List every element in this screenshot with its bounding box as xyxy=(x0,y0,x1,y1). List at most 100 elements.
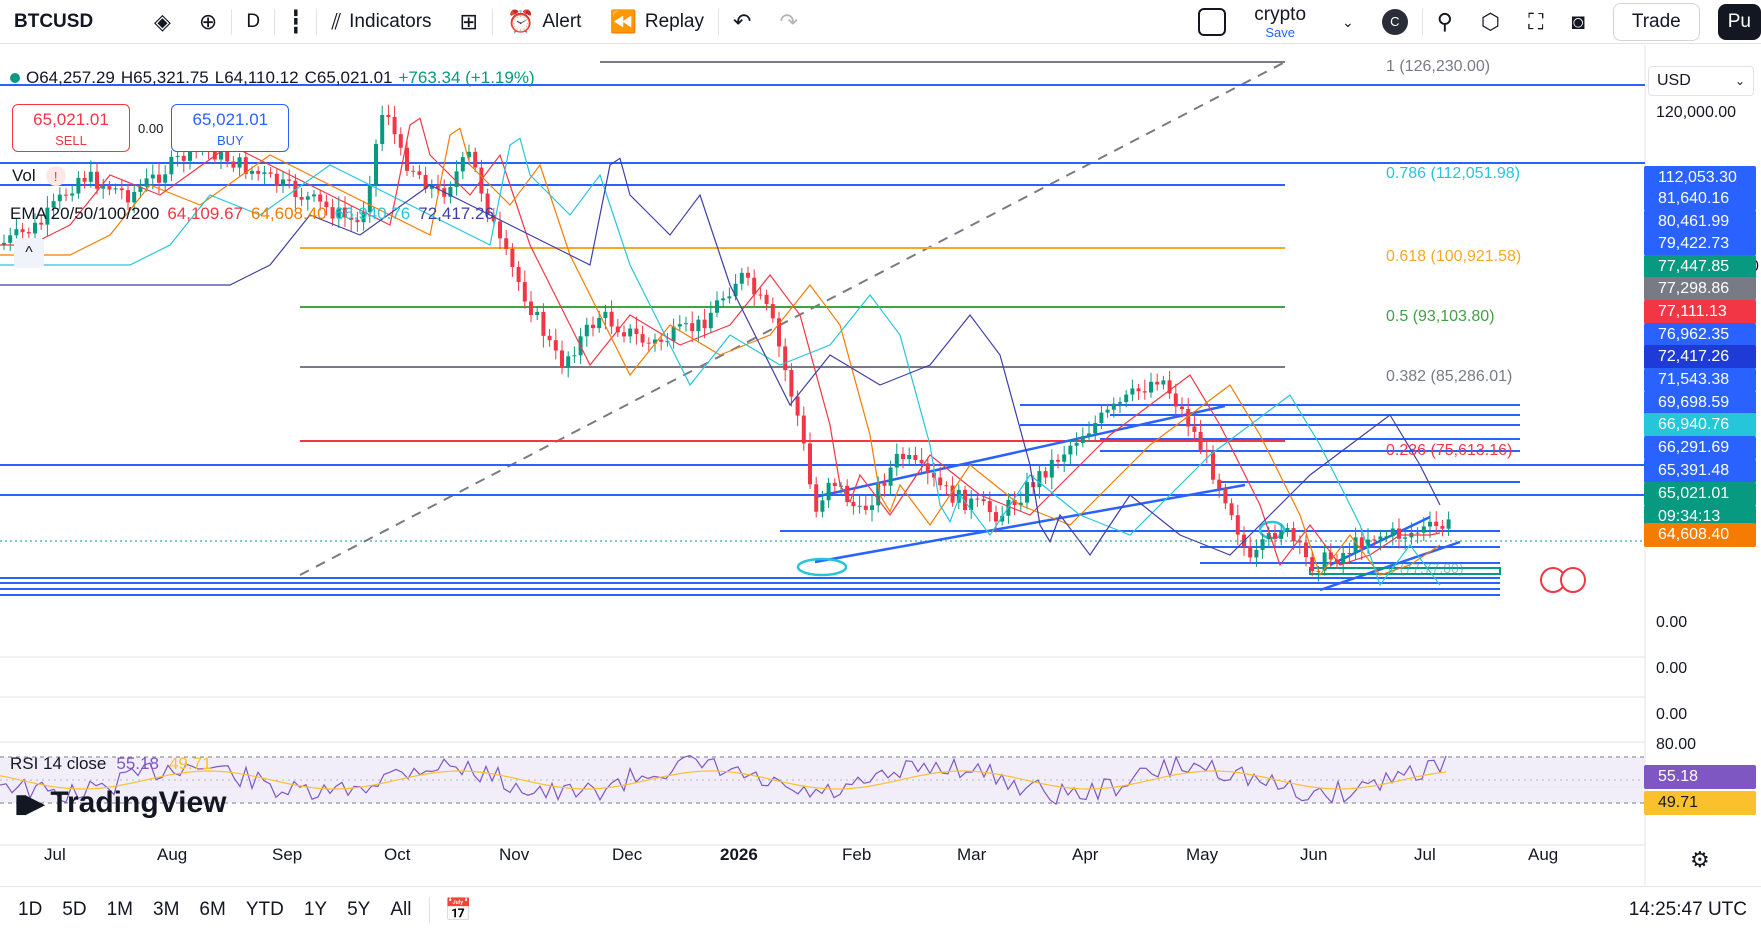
candle-body xyxy=(572,355,577,357)
candle-body xyxy=(312,194,316,197)
candle-body xyxy=(405,147,409,171)
price-tick-120000: 120,000.00 xyxy=(1656,104,1737,121)
indicators-button[interactable]: ⫽ Indicators xyxy=(317,0,445,44)
candle-body xyxy=(1062,454,1067,462)
templates-icon[interactable]: ⊞ xyxy=(446,0,492,44)
candle-body xyxy=(101,186,106,189)
time-axis-label: Nov xyxy=(499,845,530,864)
candle-body xyxy=(1291,528,1296,542)
candle-body xyxy=(417,171,422,175)
scale-settings-icon[interactable]: ⚙ xyxy=(1690,847,1710,873)
candle-body xyxy=(603,311,608,318)
fib-level-0: 0 (77,77.80) xyxy=(1388,560,1464,576)
redo-icon[interactable]: ↷ xyxy=(765,0,811,44)
candle-body xyxy=(454,171,459,188)
ohlc-high: H65,321.75 xyxy=(120,68,209,87)
sell-button[interactable]: 65,021.01 SELL xyxy=(12,104,130,152)
candle-body xyxy=(882,482,887,486)
publish-button[interactable]: Pu xyxy=(1714,0,1761,44)
candle-body xyxy=(820,500,825,512)
candle-body xyxy=(14,229,19,236)
layout-name-button[interactable]: crypto Save ⌄ xyxy=(1240,0,1367,44)
candle-body xyxy=(144,178,149,187)
interval-button[interactable]: D xyxy=(232,0,274,44)
candle-body xyxy=(553,340,558,351)
alert-label: Alert xyxy=(542,10,582,32)
fib-level-1: 1 (126,230.00) xyxy=(1386,58,1491,75)
user-avatar-button[interactable]: C xyxy=(1368,0,1422,44)
candle-body xyxy=(622,332,626,337)
time-axis-label: Jul xyxy=(1414,845,1436,864)
layout-save-label: Save xyxy=(1265,24,1295,40)
time-axis[interactable]: Jul Aug Sep Oct Nov Dec 2026 Feb Mar Apr May Jun Jul… xyxy=(0,845,1645,875)
range-button[interactable]: 1D xyxy=(8,899,52,921)
fib-level-05: 0.5 (93,103.80) xyxy=(1386,308,1495,325)
candle-body xyxy=(826,482,831,501)
replay-button[interactable]: ⏪ Replay xyxy=(595,0,718,44)
symbol-search[interactable]: BTCUSD xyxy=(0,0,140,44)
trade-button[interactable]: Trade xyxy=(1599,0,1714,44)
candle-body xyxy=(901,453,905,460)
clock[interactable]: 14:25:47 UTC xyxy=(1629,899,1747,921)
candle-body xyxy=(758,294,763,296)
range-button[interactable]: 1M xyxy=(97,899,143,921)
range-button[interactable]: 1Y xyxy=(294,899,337,921)
range-button[interactable]: All xyxy=(380,899,421,921)
quick-search-icon[interactable]: ⚲ xyxy=(1423,0,1467,44)
range-button[interactable]: YTD xyxy=(236,899,294,921)
layout-name: crypto xyxy=(1254,3,1307,25)
ohlc-open: O64,257.29 xyxy=(26,68,115,87)
candle-body xyxy=(380,114,385,144)
candle-body xyxy=(684,323,688,325)
compare-add-icon[interactable]: ⊕ xyxy=(185,0,231,44)
candle-body xyxy=(1130,388,1135,395)
layout-icon[interactable] xyxy=(1184,0,1240,44)
undo-icon[interactable]: ↶ xyxy=(719,0,765,44)
candles-icon[interactable]: ┇ xyxy=(275,0,316,44)
range-button[interactable]: 5D xyxy=(52,899,96,921)
publish-label: Pu xyxy=(1717,3,1761,40)
candle-body xyxy=(913,455,918,460)
ema-legend[interactable]: EMA 20/50/100/200 64,109.67 64,608.40 66… xyxy=(10,204,494,224)
candle-body xyxy=(287,179,292,181)
settings-icon[interactable]: ⬡ xyxy=(1467,0,1514,44)
buy-button[interactable]: 65,021.01 BUY xyxy=(171,104,290,152)
avatar: C xyxy=(1381,8,1408,35)
candle-body xyxy=(1068,445,1073,455)
fullscreen-icon[interactable]: ⛶ xyxy=(1514,0,1557,44)
fib-level-0236: 0.236 (75,613.16) xyxy=(1386,442,1513,459)
candle-body xyxy=(386,114,391,117)
camera-icon[interactable]: ◙ xyxy=(1558,0,1599,44)
ema-label: EMA 20/50/100/200 xyxy=(10,204,160,223)
range-button[interactable]: 5Y xyxy=(337,899,380,921)
candle-body xyxy=(1384,536,1389,538)
candle-body xyxy=(460,157,465,172)
candle-body xyxy=(1403,537,1408,539)
tradingview-logo[interactable]: ▮▶ TradingView xyxy=(14,786,226,820)
candle-body xyxy=(671,326,676,341)
favorite-icon[interactable]: ◈ xyxy=(140,0,185,44)
rewind-icon: ⏪ xyxy=(609,8,637,34)
ema20-value: 64,109.67 xyxy=(167,204,243,223)
candle-body xyxy=(113,188,118,190)
spread-value: 0.00 xyxy=(138,120,164,136)
calendar-icon[interactable]: 📅 xyxy=(430,888,485,932)
candle-body xyxy=(907,455,912,460)
candle-body xyxy=(76,177,81,194)
collapse-legend-button[interactable]: ^ xyxy=(14,238,44,268)
currency-select[interactable]: USD ⌄ xyxy=(1648,66,1754,96)
candle-body xyxy=(987,501,992,513)
alert-button[interactable]: ⏰ Alert xyxy=(493,0,595,44)
range-button[interactable]: 3M xyxy=(143,899,189,921)
warning-icon[interactable]: ! xyxy=(45,166,66,186)
candle-body xyxy=(981,499,986,502)
volume-legend[interactable]: Vol ! xyxy=(12,166,66,186)
candle-body xyxy=(181,155,186,161)
range-button[interactable]: 6M xyxy=(189,899,235,921)
rsi-legend[interactable]: RSI 14 close 55.18 49.71 xyxy=(10,754,211,774)
candle-body xyxy=(126,190,130,203)
buy-price: 65,021.01 xyxy=(192,110,269,129)
time-axis-label: Jul xyxy=(44,845,66,864)
candle-body xyxy=(801,415,806,444)
candle-body xyxy=(1297,541,1302,543)
